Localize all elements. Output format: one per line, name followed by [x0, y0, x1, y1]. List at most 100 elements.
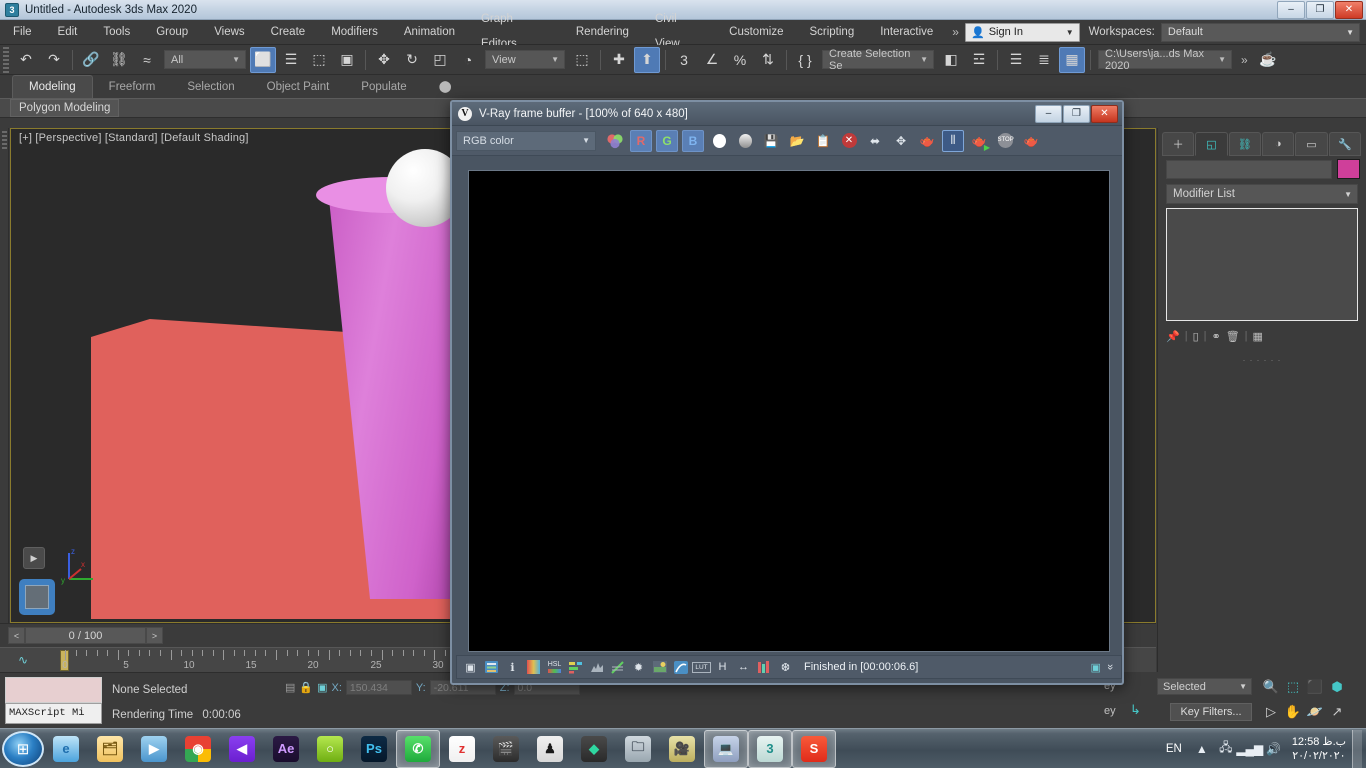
- blue-channel-icon[interactable]: B: [682, 129, 704, 152]
- taskbar-item-laptop-tool[interactable]: 💻: [704, 729, 748, 768]
- unlink-selection-icon[interactable]: ⛓: [106, 47, 132, 73]
- taskbar-item-internet-download-manager[interactable]: z: [440, 730, 484, 768]
- modifier-stack-list[interactable]: [1166, 208, 1358, 321]
- named-selection-sets-dropdown[interactable]: Create Selection Se ▼: [822, 48, 934, 72]
- menu-overflow-icon[interactable]: »: [946, 25, 965, 39]
- start-render-icon[interactable]: 🫖 ▶: [968, 130, 990, 152]
- monochrome-icon[interactable]: [734, 130, 756, 152]
- taskbar-item-file-explorer[interactable]: 🗂: [88, 730, 132, 768]
- layers-icon[interactable]: [483, 658, 501, 676]
- angle-snap-icon[interactable]: ∠: [699, 47, 725, 73]
- vfb-maximize-button[interactable]: ❐: [1063, 104, 1090, 123]
- left-toolbar-grip[interactable]: [0, 128, 9, 623]
- menu-interactive[interactable]: Interactive: [867, 20, 946, 45]
- isolate-selection-icon[interactable]: ▣: [317, 681, 327, 694]
- render-last-icon[interactable]: 🫖: [916, 130, 938, 152]
- menu-modifiers[interactable]: Modifiers: [318, 20, 391, 45]
- viewport-play-animation-button[interactable]: ▶: [23, 547, 45, 569]
- make-unique-icon[interactable]: ⚭: [1211, 330, 1220, 343]
- render-region-icon[interactable]: ⦀: [942, 129, 964, 152]
- volume-icon[interactable]: 🔊: [1264, 739, 1284, 759]
- align-tool-icon[interactable]: ☲: [966, 47, 992, 73]
- curve-icon[interactable]: [609, 658, 627, 676]
- scene-explorer-icon[interactable]: ≣: [1031, 47, 1057, 73]
- tab-modeling[interactable]: Modeling: [12, 75, 93, 98]
- bind-to-space-warp-icon[interactable]: ≈: [134, 47, 160, 73]
- zoom-icon[interactable]: 🔍: [1260, 676, 1282, 698]
- workspace-dropdown[interactable]: Default ▼: [1160, 22, 1360, 42]
- orbit-icon[interactable]: 🪐: [1304, 701, 1326, 723]
- horizontal-icon[interactable]: ↔: [735, 658, 753, 676]
- viewport-label[interactable]: [+] [Perspective] [Standard] [Default Sh…: [19, 132, 249, 144]
- edit-named-selection-sets-icon[interactable]: { }: [792, 47, 818, 73]
- vfb-minimize-button[interactable]: –: [1035, 104, 1062, 123]
- menu-tools[interactable]: Tools: [90, 20, 143, 45]
- maximize-viewport-icon[interactable]: ▷: [1260, 701, 1282, 723]
- modify-tab[interactable]: ◱: [1195, 132, 1228, 156]
- snaps-toggle-icon[interactable]: 3: [671, 47, 697, 73]
- render-last-again-icon[interactable]: 🫖: [1020, 130, 1042, 152]
- exposure-icon[interactable]: ✹: [630, 658, 648, 676]
- spinner-snap-icon[interactable]: ⇅: [755, 47, 781, 73]
- create-tab[interactable]: ＋: [1162, 132, 1195, 156]
- green-channel-icon[interactable]: G: [656, 129, 678, 152]
- current-frame-field[interactable]: 0 / 100: [25, 627, 146, 644]
- minimize-button[interactable]: –: [1277, 0, 1305, 19]
- menu-rendering[interactable]: Rendering: [563, 20, 642, 45]
- icc-icon[interactable]: ❆: [777, 658, 795, 676]
- zoom-extents-icon[interactable]: ⬛: [1304, 676, 1326, 698]
- clock[interactable]: 12:58 ب.ظ ۲۰/۰۲/۲۰۲۰: [1292, 735, 1346, 763]
- motion-tab[interactable]: ◑: [1261, 132, 1295, 156]
- menu-animation[interactable]: Animation: [391, 20, 468, 45]
- mirror-icon[interactable]: ✚: [606, 47, 632, 73]
- coord-x-field[interactable]: 150.434: [345, 680, 412, 695]
- menu-create[interactable]: Create: [258, 20, 319, 45]
- taskbar-item-windows-media-player[interactable]: ▶: [132, 730, 176, 768]
- red-channel-icon[interactable]: R: [630, 129, 652, 152]
- rollout-resize-handle[interactable]: . . . . . .: [1158, 353, 1366, 363]
- lock-selection-icon[interactable]: 🔒: [299, 681, 313, 694]
- display-tab[interactable]: ▭: [1295, 132, 1328, 156]
- maximize-toggle-icon[interactable]: ↗: [1326, 701, 1348, 723]
- taskbar-item-whatsapp[interactable]: ✆: [396, 729, 440, 768]
- viewport-navigation-cube[interactable]: [19, 579, 55, 615]
- taskbar-item-sublime-text[interactable]: ◆: [572, 730, 616, 768]
- menu-edit[interactable]: Edit: [45, 20, 91, 45]
- select-object-icon[interactable]: ⬜: [250, 46, 276, 73]
- prev-frame-button[interactable]: <: [8, 627, 25, 644]
- color-channels-icon[interactable]: [604, 130, 626, 152]
- taskbar-item-media-converter[interactable]: 🎥: [660, 730, 704, 768]
- placement-tool-icon[interactable]: ◔: [455, 47, 481, 73]
- layer-explorer-icon[interactable]: ☰: [1003, 47, 1029, 73]
- polygon-modeling-panel-label[interactable]: Polygon Modeling: [10, 99, 120, 117]
- field-of-view-icon[interactable]: ⬢: [1326, 676, 1348, 698]
- taskbar-item-3ds-max[interactable]: 3: [748, 729, 792, 768]
- menu-views[interactable]: Views: [201, 20, 257, 45]
- next-frame-button[interactable]: >: [146, 627, 163, 644]
- color-balance-icon[interactable]: [567, 658, 585, 676]
- taskbar-item-after-effects[interactable]: Ae: [264, 730, 308, 768]
- mirror-tool-icon[interactable]: ◧: [938, 47, 964, 73]
- select-and-scale-icon[interactable]: ◰: [427, 47, 453, 73]
- absolute-mode-icon[interactable]: ▤: [285, 681, 295, 694]
- toolbar-overflow-icon[interactable]: »: [1235, 53, 1254, 67]
- stop-render-icon[interactable]: STOP: [994, 130, 1016, 152]
- use-pivot-center-icon[interactable]: ⬚: [569, 47, 595, 73]
- render-setup-icon[interactable]: ☕: [1255, 47, 1281, 73]
- tab-object-paint[interactable]: Object Paint: [251, 77, 346, 98]
- menu-file[interactable]: File: [0, 20, 45, 45]
- reference-coord-dropdown[interactable]: View ▼: [485, 50, 565, 69]
- duplicate-vfb-icon[interactable]: ⬌: [864, 130, 886, 152]
- taskbar-item-photoshop[interactable]: Ps: [352, 730, 396, 768]
- open-mini-curve-editor-icon[interactable]: ∿: [18, 653, 28, 667]
- taskbar-item-google-chrome[interactable]: ◉: [176, 730, 220, 768]
- window-crossing-icon[interactable]: ▣: [334, 47, 360, 73]
- select-and-rotate-icon[interactable]: ↻: [399, 47, 425, 73]
- remove-modifier-icon[interactable]: 🗑: [1226, 330, 1240, 343]
- key-filters-button[interactable]: Key Filters...: [1170, 703, 1252, 721]
- pan-icon[interactable]: ✋: [1282, 701, 1304, 723]
- maxscript-mini-listener[interactable]: MAXScript Mi: [5, 703, 102, 724]
- zoom-all-icon[interactable]: ⬚: [1282, 676, 1304, 698]
- percent-snap-icon[interactable]: %: [727, 47, 753, 73]
- lut-icon[interactable]: LUT: [692, 658, 711, 676]
